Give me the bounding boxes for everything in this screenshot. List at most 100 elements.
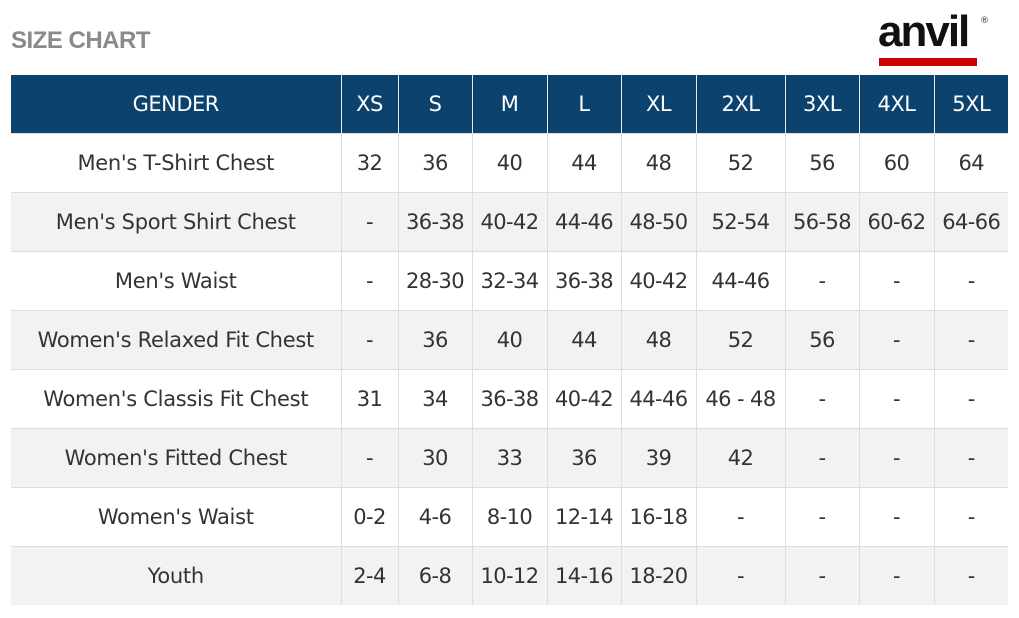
row-label: Men's Sport Shirt Chest [11,192,342,252]
size-cell-4xl: - [859,251,935,311]
size-cell-m: 40 [472,310,548,370]
size-cell-5xl: - [934,369,1008,429]
page-title: SIZE CHART [11,27,151,54]
header-size-s: S [398,75,473,134]
size-cell-xl: 39 [621,428,697,488]
header-size-xs: XS [341,75,399,134]
size-cell-s: 28-30 [398,251,473,311]
row-label: Women's Waist [11,487,342,547]
size-cell-3xl: - [785,487,860,547]
size-cell-2xl: 52-54 [696,192,786,252]
table-row: Women's Classis Fit Chest 31 34 36-38 40-42 4… [11,369,1008,429]
size-cell-xs: 31 [341,369,399,429]
table-row: Women's Relaxed Fit Chest -36 40 44 48 52 56- - [11,310,1008,370]
size-cell-3xl: - [785,369,860,429]
size-cell-5xl: - [934,251,1008,311]
size-cell-s: 36-38 [398,192,473,252]
size-cell-s: 30 [398,428,473,488]
size-cell-l: 14-16 [547,546,622,605]
table-row: Men's Waist -28-30 32-34 36-38 40-42 44-46- - - [11,251,1008,311]
header-size-l: L [547,75,622,134]
size-cell-s: 4-6 [398,487,473,547]
size-cell-5xl: 64-66 [934,192,1008,252]
size-cell-4xl: - [859,546,935,605]
row-label: Men's Waist [11,251,342,311]
header-gender: GENDER [11,75,342,134]
size-cell-3xl: - [785,251,860,311]
row-label: Women's Classis Fit Chest [11,369,342,429]
size-cell-s: 34 [398,369,473,429]
size-cell-m: 33 [472,428,548,488]
header-size-3xl: 3XL [785,75,860,134]
size-cell-5xl: - [934,546,1008,605]
size-cell-2xl: - [696,487,786,547]
size-cell-2xl: 46 - 48 [696,369,786,429]
size-cell-2xl: 42 [696,428,786,488]
table-row: Youth 2-4 6-8 10-12 14-16 18-20- - - - [11,546,1008,605]
size-cell-4xl: - [859,487,935,547]
header-row: GENDER XS S M L XL 2XL 3XL 4XL 5XL [11,75,1008,134]
size-cell-4xl: - [859,369,935,429]
size-chart-table: GENDER XS S M L XL 2XL 3XL 4XL 5XL Men's T-Shirt … [11,75,1008,605]
size-cell-5xl: - [934,310,1008,370]
size-cell-2xl: 52 [696,310,786,370]
size-cell-3xl: 56 [785,133,860,193]
size-cell-xl: 44-46 [621,369,697,429]
size-cell-l: 40-42 [547,369,622,429]
size-cell-xs: 2-4 [341,546,399,605]
size-cell-3xl: 56-58 [785,192,860,252]
table-row: Women's Waist 0-2 4-6 8-10 12-14 16-18- - - - [11,487,1008,547]
size-cell-m: 32-34 [472,251,548,311]
size-cell-xl: 48-50 [621,192,697,252]
header-size-2xl: 2XL [696,75,786,134]
brand-underline-bar [879,58,977,66]
size-cell-4xl: 60-62 [859,192,935,252]
size-cell-2xl: - [696,546,786,605]
row-label: Women's Fitted Chest [11,428,342,488]
table-row: Men's T-Shirt Chest 32 36 40 44 48 52 56 60 64 [11,133,1008,193]
table-row: Men's Sport Shirt Chest -36-38 40-42 44-46 4… [11,192,1008,252]
size-cell-4xl: 60 [859,133,935,193]
size-cell-m: 8-10 [472,487,548,547]
size-cell-xl: 40-42 [621,251,697,311]
size-cell-3xl: - [785,428,860,488]
size-cell-m: 40-42 [472,192,548,252]
size-cell-l: 36-38 [547,251,622,311]
size-cell-l: 44 [547,310,622,370]
size-cell-s: 6-8 [398,546,473,605]
size-cell-3xl: 56 [785,310,860,370]
size-cell-2xl: 52 [696,133,786,193]
size-cell-s: 36 [398,133,473,193]
size-cell-s: 36 [398,310,473,370]
size-cell-xs: - [341,310,399,370]
size-cell-5xl: - [934,487,1008,547]
row-label: Youth [11,546,342,605]
size-cell-4xl: - [859,428,935,488]
anvil-logo: anvil ® [878,10,990,68]
row-label: Men's T-Shirt Chest [11,133,342,193]
header-size-4xl: 4XL [859,75,935,134]
size-cell-5xl: 64 [934,133,1008,193]
header-size-xl: XL [621,75,697,134]
size-cell-l: 44-46 [547,192,622,252]
table-row: Women's Fitted Chest -30 33 36 39 42- - - [11,428,1008,488]
size-cell-2xl: 44-46 [696,251,786,311]
size-cell-xl: 48 [621,133,697,193]
size-cell-xs: 0-2 [341,487,399,547]
registered-mark-icon: ® [980,16,989,26]
size-cell-xl: 48 [621,310,697,370]
size-cell-xl: 18-20 [621,546,697,605]
row-label: Women's Relaxed Fit Chest [11,310,342,370]
size-cell-m: 40 [472,133,548,193]
size-cell-4xl: - [859,310,935,370]
size-cell-xs: - [341,251,399,311]
size-cell-xs: - [341,428,399,488]
size-cell-5xl: - [934,428,1008,488]
brand-name: anvil [878,7,970,56]
size-cell-3xl: - [785,546,860,605]
header-size-m: M [472,75,548,134]
size-cell-l: 44 [547,133,622,193]
size-cell-l: 36 [547,428,622,488]
size-cell-l: 12-14 [547,487,622,547]
size-cell-xs: - [341,192,399,252]
